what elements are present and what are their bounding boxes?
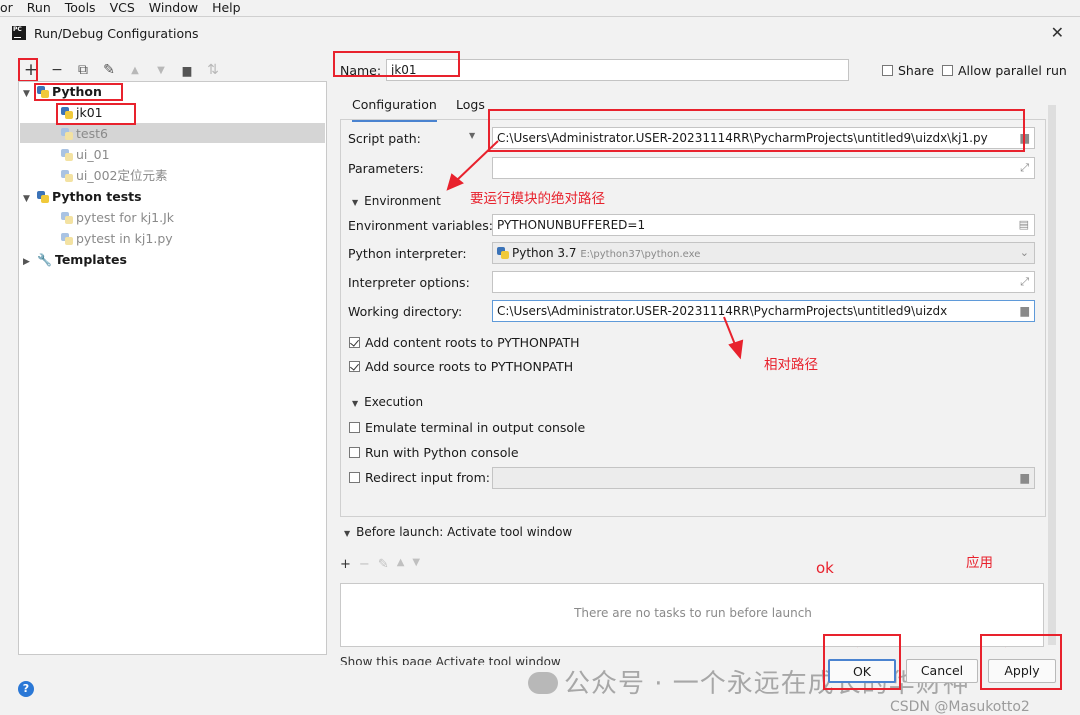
menu-item-help[interactable]: Help xyxy=(212,0,241,16)
move-up-icon[interactable]: ▲ xyxy=(397,557,405,572)
annotation-box-apply xyxy=(980,634,1062,690)
empty-tasks-message: There are no tasks to run before launch xyxy=(574,606,812,620)
menu-item-run[interactable]: Run xyxy=(27,0,51,16)
menu-item-vcs[interactable]: VCS xyxy=(110,0,135,16)
run-debug-dialog: PC Run/Debug Configurations ✕ + − ⧉ ✎ ▲ … xyxy=(0,16,1080,715)
watermark: 公众号 · 一个永远在成长的华财神 xyxy=(528,663,970,700)
before-launch-toolbar: + − ✎ ▲ ▼ xyxy=(340,557,420,572)
menu-bar: or Run Tools VCS Window Help xyxy=(0,0,1080,16)
remove-task-icon[interactable]: − xyxy=(359,557,370,572)
add-task-icon[interactable]: + xyxy=(340,557,351,572)
annotation-box-ok xyxy=(823,634,901,690)
menu-item-window[interactable]: Window xyxy=(149,0,198,16)
before-launch-section[interactable]: ▼ Before launch: Activate tool window xyxy=(344,525,572,539)
help-icon[interactable]: ? xyxy=(18,681,34,697)
menu-item-tools[interactable]: Tools xyxy=(65,0,96,16)
annotation-apply: 应用 xyxy=(966,555,993,571)
before-launch-task-list: There are no tasks to run before launch xyxy=(340,583,1044,647)
annotation-ok: ok xyxy=(816,559,834,577)
collapse-arrow-icon[interactable]: ▼ xyxy=(344,529,350,538)
csdn-watermark: CSDN @Masukotto2 xyxy=(890,699,1030,715)
cancel-button[interactable]: Cancel xyxy=(906,659,978,683)
wechat-logo-icon xyxy=(528,672,558,694)
menu-item-or[interactable]: or xyxy=(0,0,13,16)
edit-task-icon[interactable]: ✎ xyxy=(378,557,389,572)
move-down-icon[interactable]: ▼ xyxy=(412,557,420,572)
